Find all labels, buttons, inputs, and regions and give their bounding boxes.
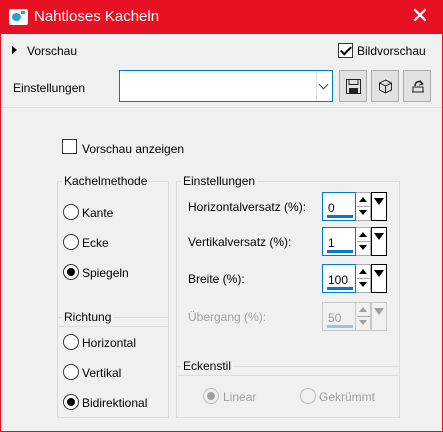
title-bar: Nahtloses Kacheln ✕ xyxy=(0,0,443,34)
radio-vertikal[interactable] xyxy=(63,364,79,380)
window-title: Nahtloses Kacheln xyxy=(34,8,160,25)
reset-icon xyxy=(412,80,424,93)
settings-group: Einstellungen Horizontalversatz (%): 0 V… xyxy=(176,174,400,376)
direction-title: Richtung xyxy=(62,310,114,324)
divider xyxy=(1,107,442,108)
tiling-method-title: Kachelmethode xyxy=(62,174,150,188)
horizontal-offset-spinner[interactable]: 0 xyxy=(322,192,387,222)
vertical-offset-label: Vertikalversatz (%): xyxy=(188,235,292,249)
vertical-offset-dropdown-icon[interactable] xyxy=(371,227,387,256)
transition-slider xyxy=(327,325,353,328)
image-preview-label[interactable]: Bildvorschau xyxy=(357,44,426,58)
width-label: Breite (%): xyxy=(188,272,245,286)
cube-icon xyxy=(379,79,392,94)
radio-gekruemmt-label: Gekrümmt xyxy=(319,390,376,404)
tiling-method-group: Kachelmethode Kante Ecke Spiegeln xyxy=(57,174,169,327)
settings-preset-dropdown[interactable] xyxy=(119,70,333,102)
save-icon xyxy=(346,79,361,94)
close-button[interactable]: ✕ xyxy=(397,0,443,34)
radio-horizontal-label[interactable]: Horizontal xyxy=(82,336,136,350)
close-icon: ✕ xyxy=(410,3,430,28)
vertical-offset-spinner[interactable]: 1 xyxy=(322,227,387,257)
radio-ecke[interactable] xyxy=(63,234,79,250)
radio-gekruemmt xyxy=(300,388,316,404)
horizontal-offset-label: Horizontalversatz (%): xyxy=(188,200,307,214)
radio-spiegeln[interactable] xyxy=(63,264,79,280)
vertical-offset-value: 1 xyxy=(328,236,335,250)
radio-spiegeln-label[interactable]: Spiegeln xyxy=(82,266,129,280)
settings-row: Einstellungen xyxy=(1,70,442,104)
radio-linear xyxy=(203,388,219,404)
radio-bidirektional[interactable] xyxy=(63,394,79,410)
corner-style-title: Eckenstil xyxy=(181,359,234,373)
corner-style-group: Eckenstil Linear Gekrümmt xyxy=(176,359,400,418)
preview-toggle-label[interactable]: Vorschau xyxy=(27,44,77,58)
transition-input: 50 xyxy=(322,302,356,331)
transition-dropdown-icon xyxy=(371,302,387,331)
radio-kante-label[interactable]: Kante xyxy=(82,206,113,220)
reset-button[interactable] xyxy=(403,70,431,102)
dialog-body: Vorschau Bildvorschau Einstellungen Vors… xyxy=(1,34,442,431)
transition-spinner: 50 xyxy=(322,302,387,332)
show-preview-label[interactable]: Vorschau anzeigen xyxy=(82,142,184,156)
radio-horizontal[interactable] xyxy=(63,334,79,350)
show-preview-checkbox[interactable] xyxy=(62,139,77,154)
settings-label: Einstellungen xyxy=(13,81,86,95)
direction-group: Richtung Horizontal Vertikal Bidirektion… xyxy=(57,310,169,418)
image-preview-checkbox[interactable] xyxy=(338,43,353,58)
expand-arrow-icon[interactable] xyxy=(12,46,17,54)
width-slider[interactable] xyxy=(327,287,353,290)
radio-bidirektional-label[interactable]: Bidirektional xyxy=(82,396,147,410)
load-preset-button[interactable] xyxy=(371,70,399,102)
horizontal-offset-value: 0 xyxy=(328,201,335,215)
horizontal-offset-slider[interactable] xyxy=(327,215,353,218)
vertical-offset-input[interactable]: 1 xyxy=(322,227,356,256)
camera-icon xyxy=(9,9,28,25)
chevron-down-icon[interactable] xyxy=(316,71,332,101)
transition-value: 50 xyxy=(328,311,342,325)
width-spinner[interactable]: 100 xyxy=(322,264,387,294)
radio-linear-label: Linear xyxy=(223,390,257,404)
width-value: 100 xyxy=(328,273,349,287)
width-input[interactable]: 100 xyxy=(322,264,356,293)
save-preset-button[interactable] xyxy=(339,70,367,102)
radio-vertikal-label[interactable]: Vertikal xyxy=(82,366,121,380)
settings-group-title: Einstellungen xyxy=(181,174,258,188)
vertical-offset-slider[interactable] xyxy=(327,250,353,253)
width-dropdown-icon[interactable] xyxy=(371,264,387,293)
radio-ecke-label[interactable]: Ecke xyxy=(82,236,109,250)
transition-label: Übergang (%): xyxy=(188,310,267,324)
horizontal-offset-dropdown-icon[interactable] xyxy=(371,192,387,221)
preview-header: Vorschau Bildvorschau xyxy=(1,34,442,68)
horizontal-offset-input[interactable]: 0 xyxy=(322,192,356,221)
radio-kante[interactable] xyxy=(63,204,79,220)
